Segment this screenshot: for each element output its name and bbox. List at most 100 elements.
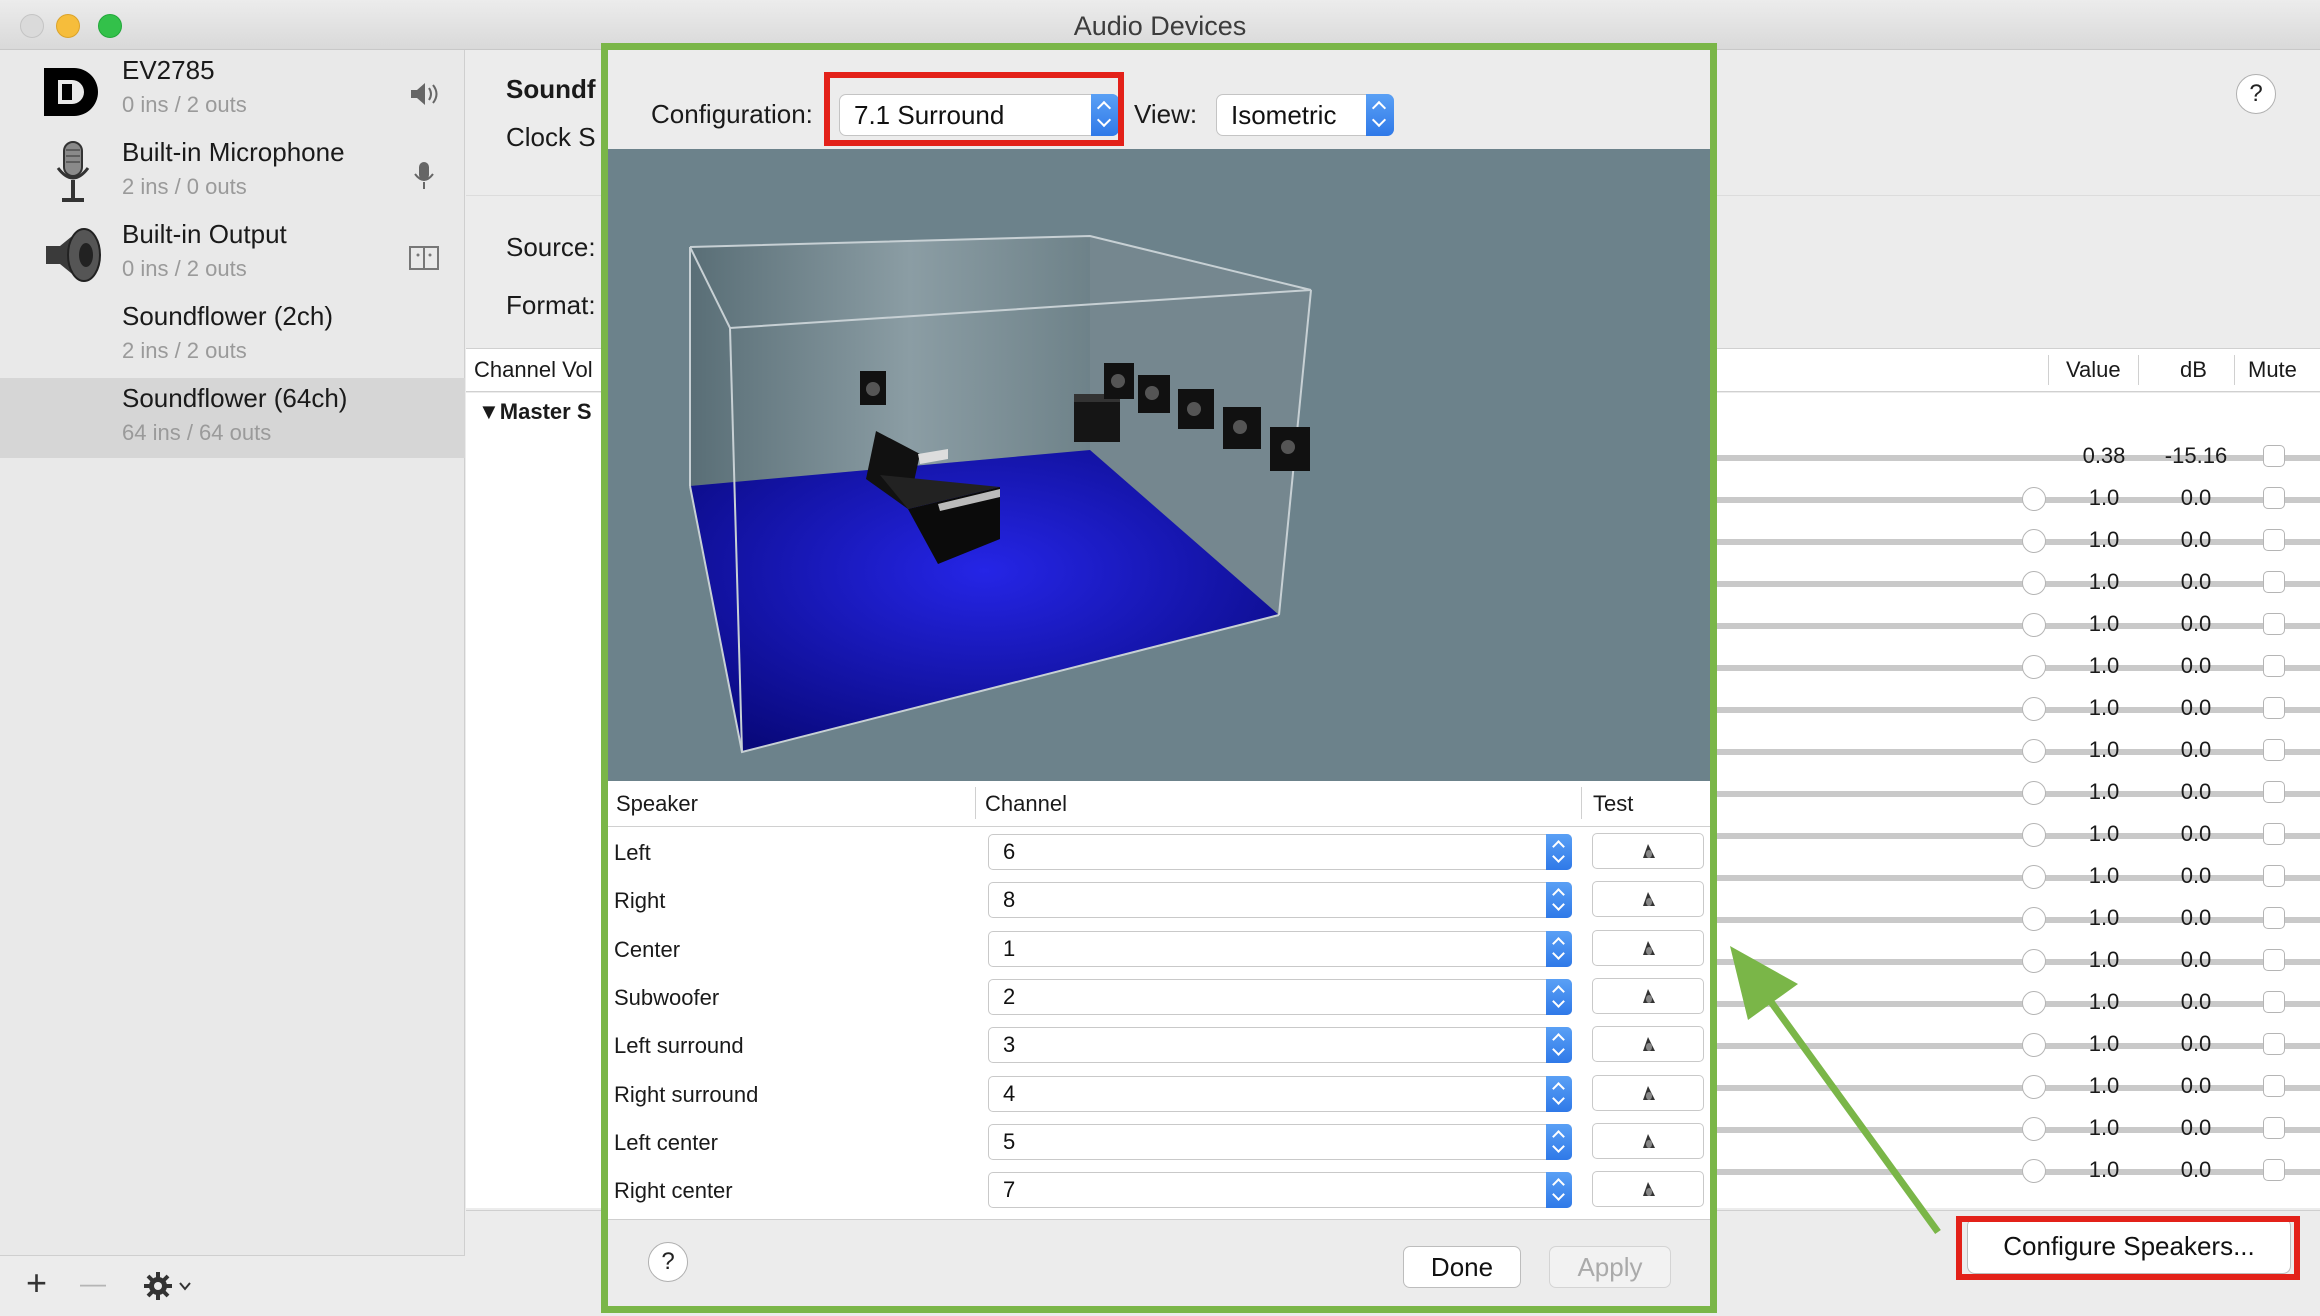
test-speaker-button[interactable] xyxy=(1592,1171,1704,1208)
remove-device-button[interactable]: — xyxy=(80,1268,106,1299)
section-master-stream[interactable]: ▼Master S xyxy=(478,399,592,425)
mute-checkbox[interactable] xyxy=(2263,529,2285,551)
value-header[interactable]: Value xyxy=(2066,357,2121,383)
mute-checkbox[interactable] xyxy=(2263,949,2285,971)
channel-db: 0.0 xyxy=(2180,653,2212,678)
mute-checkbox[interactable] xyxy=(2263,1033,2285,1055)
sheet-help-button[interactable]: ? xyxy=(648,1242,688,1282)
channel-value: 1.0 xyxy=(2088,947,2120,972)
apply-button[interactable]: Apply xyxy=(1549,1246,1671,1288)
volume-slider-knob[interactable] xyxy=(2022,1117,2046,1141)
channel-value: 1.0 xyxy=(2088,737,2120,762)
stepper-icon xyxy=(1546,1075,1572,1112)
db-header[interactable]: dB xyxy=(2180,357,2207,383)
mute-checkbox[interactable] xyxy=(2263,1117,2285,1139)
test-speaker-button[interactable] xyxy=(1592,833,1704,869)
annotation-red-box-configure xyxy=(1956,1216,2300,1280)
volume-slider-knob[interactable] xyxy=(2022,1033,2046,1057)
speaker-row: Left center 5 xyxy=(608,1118,1710,1166)
mute-checkbox[interactable] xyxy=(2263,865,2285,887)
device-item-soundflower-2ch[interactable]: Soundflower (2ch) 2 ins / 2 outs xyxy=(0,296,465,376)
volume-slider-knob[interactable] xyxy=(2022,529,2046,553)
mute-checkbox[interactable] xyxy=(2263,1159,2285,1181)
volume-slider-knob[interactable] xyxy=(2022,949,2046,973)
device-item-ev2785[interactable]: EV2785 0 ins / 2 outs xyxy=(0,50,465,130)
view-popup[interactable]: Isometric xyxy=(1216,94,1394,136)
volume-slider-knob[interactable] xyxy=(2022,487,2046,511)
volume-slider-knob[interactable] xyxy=(2022,991,2046,1015)
channel-value: 1.0 xyxy=(2088,1073,2120,1098)
volume-slider-knob[interactable] xyxy=(2022,781,2046,805)
channel-db: 0.0 xyxy=(2180,989,2212,1014)
speaker-column-header[interactable]: Speaker xyxy=(616,791,698,817)
gear-menu-icon[interactable] xyxy=(142,1270,194,1302)
channel-db: 0.0 xyxy=(2180,821,2212,846)
channel-db: 0.0 xyxy=(2180,1115,2212,1140)
channel-popup[interactable]: 3 xyxy=(988,1027,1572,1064)
channel-value: 1.0 xyxy=(2088,1157,2120,1182)
device-io: 0 ins / 2 outs xyxy=(122,256,247,281)
device-name: Built-in Output xyxy=(122,219,287,249)
mic-small-icon xyxy=(414,162,434,189)
channel-value: 1.0 xyxy=(2088,989,2120,1014)
speaker-room-3d-view[interactable] xyxy=(608,149,1710,781)
volume-slider-knob[interactable] xyxy=(2022,697,2046,721)
channel-popup[interactable]: 2 xyxy=(988,978,1572,1015)
speaker-test-icon xyxy=(1643,1085,1655,1100)
device-item-soundflower-64ch[interactable]: Soundflower (64ch) 64 ins / 64 outs xyxy=(0,378,465,458)
channel-volume-header[interactable]: Channel Vol xyxy=(474,357,593,383)
channel-popup[interactable]: 1 xyxy=(988,930,1572,967)
mute-checkbox[interactable] xyxy=(2263,487,2285,509)
test-speaker-button[interactable] xyxy=(1592,1026,1704,1063)
test-speaker-button[interactable] xyxy=(1592,1122,1704,1159)
volume-slider-knob[interactable] xyxy=(2022,865,2046,889)
volume-slider-knob[interactable] xyxy=(2022,655,2046,679)
test-speaker-button[interactable] xyxy=(1592,1074,1704,1111)
done-button[interactable]: Done xyxy=(1403,1246,1521,1288)
volume-slider-knob[interactable] xyxy=(2022,1075,2046,1099)
configure-speakers-sheet: Configuration: 7.1 Surround View: Isomet… xyxy=(601,43,1717,1313)
mute-checkbox[interactable] xyxy=(2263,739,2285,761)
mute-checkbox[interactable] xyxy=(2263,823,2285,845)
channel-value: 1.0 xyxy=(2088,863,2120,888)
stepper-icon xyxy=(1366,94,1394,136)
speaker-table-header: Speaker Channel Test xyxy=(608,781,1710,827)
channel-popup[interactable]: 8 xyxy=(988,882,1572,919)
test-column-header[interactable]: Test xyxy=(1593,791,1633,817)
volume-slider-knob[interactable] xyxy=(2022,613,2046,637)
speaker-row: Center 1 xyxy=(608,925,1710,973)
channel-column-header[interactable]: Channel xyxy=(985,791,1067,817)
help-button[interactable]: ? xyxy=(2236,74,2276,114)
mute-checkbox[interactable] xyxy=(2263,445,2285,467)
add-device-button[interactable]: + xyxy=(26,1262,47,1304)
mute-checkbox[interactable] xyxy=(2263,571,2285,593)
speaker-channel-table: Speaker Channel Test Left 6 Right 8 Center 1 S… xyxy=(608,781,1710,1219)
device-item-built-in-microphone[interactable]: Built-in Microphone 2 ins / 0 outs xyxy=(0,132,465,212)
channel-popup[interactable]: 7 xyxy=(988,1172,1572,1209)
speaker-row: Left 6 xyxy=(608,828,1710,876)
channel-popup[interactable]: 4 xyxy=(988,1075,1572,1112)
mute-checkbox[interactable] xyxy=(2263,781,2285,803)
test-speaker-button[interactable] xyxy=(1592,929,1704,966)
test-speaker-button[interactable] xyxy=(1592,881,1704,918)
volume-slider-knob[interactable] xyxy=(2022,571,2046,595)
mute-checkbox[interactable] xyxy=(2263,697,2285,719)
speaker-icon xyxy=(411,83,438,105)
mute-checkbox[interactable] xyxy=(2263,991,2285,1013)
volume-slider-knob[interactable] xyxy=(2022,907,2046,931)
volume-slider-knob[interactable] xyxy=(2022,823,2046,847)
mute-checkbox[interactable] xyxy=(2263,655,2285,677)
mute-checkbox[interactable] xyxy=(2263,1075,2285,1097)
channel-popup[interactable]: 6 xyxy=(988,834,1572,870)
mute-checkbox[interactable] xyxy=(2263,907,2285,929)
mute-checkbox[interactable] xyxy=(2263,613,2285,635)
volume-slider-knob[interactable] xyxy=(2022,739,2046,763)
test-speaker-button[interactable] xyxy=(1592,977,1704,1014)
mute-header[interactable]: Mute xyxy=(2248,357,2297,383)
volume-slider-knob[interactable] xyxy=(2022,1159,2046,1183)
device-item-built-in-output[interactable]: Built-in Output 0 ins / 2 outs xyxy=(0,214,465,294)
channel-db: 0.0 xyxy=(2180,863,2212,888)
channel-popup[interactable]: 5 xyxy=(988,1123,1572,1160)
channel-db: 0.0 xyxy=(2180,527,2212,552)
stepper-icon xyxy=(1546,1172,1572,1209)
